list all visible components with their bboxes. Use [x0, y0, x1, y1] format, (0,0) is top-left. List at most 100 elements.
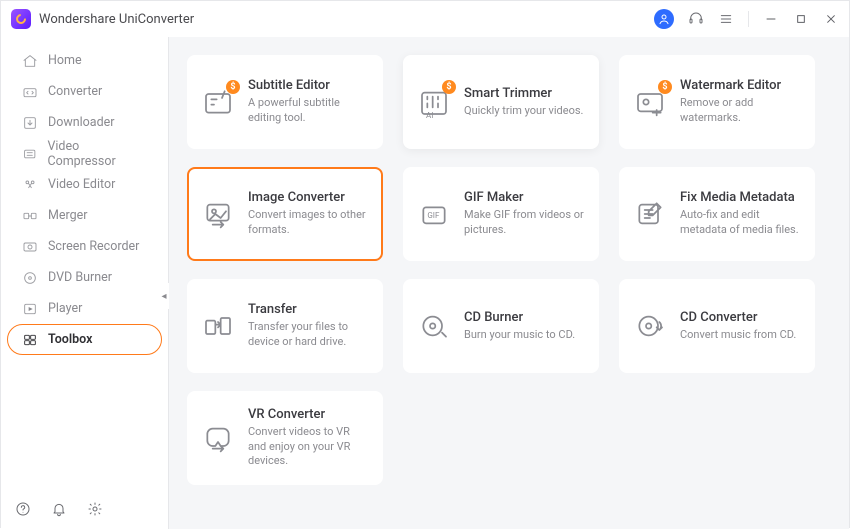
tool-card-subtitle[interactable]: $ Subtitle EditorA powerful subtitle edit…: [187, 55, 383, 149]
sidebar-item-label: DVD Burner: [48, 270, 112, 285]
merger-icon: [22, 208, 38, 224]
tool-card-desc: Remove or add watermarks.: [680, 96, 800, 126]
tool-card-title: Image Converter: [248, 190, 368, 205]
settings-button[interactable]: [87, 501, 103, 517]
sidebar-item-label: Video Compressor: [47, 139, 147, 169]
tool-card-metadata[interactable]: Fix Media MetadataAuto-fix and edit meta…: [619, 167, 815, 261]
menu-button[interactable]: [718, 11, 734, 27]
app-logo-icon: [11, 9, 31, 29]
notifications-button[interactable]: [51, 501, 67, 517]
sidebar-item-label: Video Editor: [48, 177, 115, 192]
maximize-button[interactable]: [793, 11, 809, 27]
tool-card-text: CD BurnerBurn your music to CD.: [464, 310, 575, 343]
compress-icon: [22, 146, 37, 162]
tool-card-text: GIF Maker Make GIF from videos or picture…: [464, 190, 584, 238]
sidebar-item-label: Home: [48, 53, 82, 68]
sidebar-item-editor[interactable]: Video Editor: [7, 169, 162, 200]
tool-card-title: VR Converter: [248, 407, 368, 422]
sidebar-nav: Home Converter Downloader Video Compressor V…: [1, 37, 168, 363]
subtitle-icon: $: [202, 86, 234, 118]
support-button[interactable]: [688, 11, 704, 27]
sidebar-item-dvd[interactable]: DVD Burner: [7, 262, 162, 293]
help-button[interactable]: [15, 501, 31, 517]
tool-card-transfer[interactable]: Transfer Transfer your files to device or…: [187, 279, 383, 373]
tool-card-desc: A powerful subtitle editing tool.: [248, 96, 368, 126]
sidebar-item-compress[interactable]: Video Compressor: [7, 138, 162, 169]
main-layout: Home Converter Downloader Video Compressor V…: [1, 37, 849, 529]
product-brand: Wondershare UniConverter: [11, 9, 194, 29]
titlebar: Wondershare UniConverter: [1, 1, 849, 37]
premium-badge-icon: $: [442, 80, 456, 94]
close-button[interactable]: [823, 11, 839, 27]
tool-card-desc: Quickly trim your videos.: [464, 104, 583, 119]
sidebar-item-merger[interactable]: Merger: [7, 200, 162, 231]
download-icon: [22, 115, 38, 131]
tool-card-text: Subtitle EditorA powerful subtitle editi…: [248, 78, 368, 126]
metadata-icon: [634, 198, 666, 230]
tool-card-vr[interactable]: VR Converter Convert videos to VR and enj…: [187, 391, 383, 485]
tool-card-text: CD Converter Convert music from CD.: [680, 310, 796, 343]
svg-text:AI: AI: [426, 111, 433, 118]
vr-icon: [202, 422, 234, 454]
svg-text:GIF: GIF: [427, 211, 440, 220]
tool-card-text: Smart Trimmer Quickly trim your videos.: [464, 86, 583, 119]
sidebar-item-converter[interactable]: Converter: [7, 76, 162, 107]
sidebar-footer: [1, 489, 168, 529]
image-icon: [202, 198, 234, 230]
minimize-button[interactable]: [763, 11, 779, 27]
dvd-icon: [22, 270, 38, 286]
titlebar-actions: [654, 9, 839, 29]
titlebar-divider: [748, 11, 749, 27]
watermark-icon: $: [634, 86, 666, 118]
sidebar-item-label: Converter: [48, 84, 102, 99]
tool-card-desc: Make GIF from videos or pictures.: [464, 208, 584, 238]
tool-card-desc: Convert videos to VR and enjoy on your V…: [248, 425, 368, 470]
sidebar: Home Converter Downloader Video Compressor V…: [1, 37, 169, 529]
recorder-icon: [22, 239, 38, 255]
player-icon: [22, 301, 38, 317]
app-title: Wondershare UniConverter: [39, 12, 194, 27]
tool-card-watermark[interactable]: $ Watermark Editor Remove or add watermark…: [619, 55, 815, 149]
sidebar-item-recorder[interactable]: Screen Recorder: [7, 231, 162, 262]
premium-badge-icon: $: [226, 80, 240, 94]
sidebar-item-label: Toolbox: [48, 332, 92, 347]
tool-card-desc: Convert music from CD.: [680, 328, 796, 343]
tool-card-image[interactable]: Image Converter Convert images to other f…: [187, 167, 383, 261]
toolbox-icon: [22, 332, 38, 348]
gif-icon: GIF: [418, 198, 450, 230]
tool-card-text: Watermark Editor Remove or add watermarks…: [680, 78, 800, 126]
sidebar-item-toolbox[interactable]: Toolbox: [7, 324, 162, 355]
sidebar-item-player[interactable]: Player: [7, 293, 162, 324]
tool-card-title: Smart Trimmer: [464, 86, 583, 101]
tool-card-title: GIF Maker: [464, 190, 584, 205]
sidebar-item-label: Player: [48, 301, 82, 316]
premium-badge-icon: $: [658, 80, 672, 94]
sidebar-item-label: Downloader: [48, 115, 115, 130]
tool-card-text: Image Converter Convert images to other f…: [248, 190, 368, 238]
transfer-icon: [202, 310, 234, 342]
sidebar-item-label: Screen Recorder: [48, 239, 139, 254]
tool-card-title: Watermark Editor: [680, 78, 800, 93]
tool-card-cdburn[interactable]: CD BurnerBurn your music to CD.: [403, 279, 599, 373]
tool-card-scissors[interactable]: AI$Smart TrimmerQuickly trim your videos…: [403, 55, 599, 149]
sidebar-item-label: Merger: [48, 208, 88, 223]
sidebar-item-download[interactable]: Downloader: [7, 107, 162, 138]
tool-card-cdconv[interactable]: CD Converter Convert music from CD.: [619, 279, 815, 373]
sidebar-item-home[interactable]: Home: [7, 45, 162, 76]
tool-card-title: CD Converter: [680, 310, 796, 325]
tool-card-desc: Convert images to other formats.: [248, 208, 368, 238]
tool-card-text: Transfer Transfer your files to device or…: [248, 302, 368, 350]
home-icon: [22, 53, 38, 69]
tool-card-title: Fix Media Metadata: [680, 190, 800, 205]
sidebar-collapse-handle[interactable]: ◂: [159, 283, 169, 309]
tool-card-desc: Burn your music to CD.: [464, 328, 575, 343]
tool-card-text: VR Converter Convert videos to VR and enj…: [248, 407, 368, 470]
tool-card-title: Transfer: [248, 302, 368, 317]
converter-icon: [22, 84, 38, 100]
content-area: $ Subtitle EditorA powerful subtitle edit…: [169, 37, 849, 529]
tool-card-gif[interactable]: GIF GIF Maker Make GIF from videos or pict…: [403, 167, 599, 261]
account-button[interactable]: [654, 9, 674, 29]
tool-card-desc: Transfer your files to device or hard dr…: [248, 320, 368, 350]
scissors-icon: AI$: [418, 86, 450, 118]
cdburn-icon: [418, 310, 450, 342]
